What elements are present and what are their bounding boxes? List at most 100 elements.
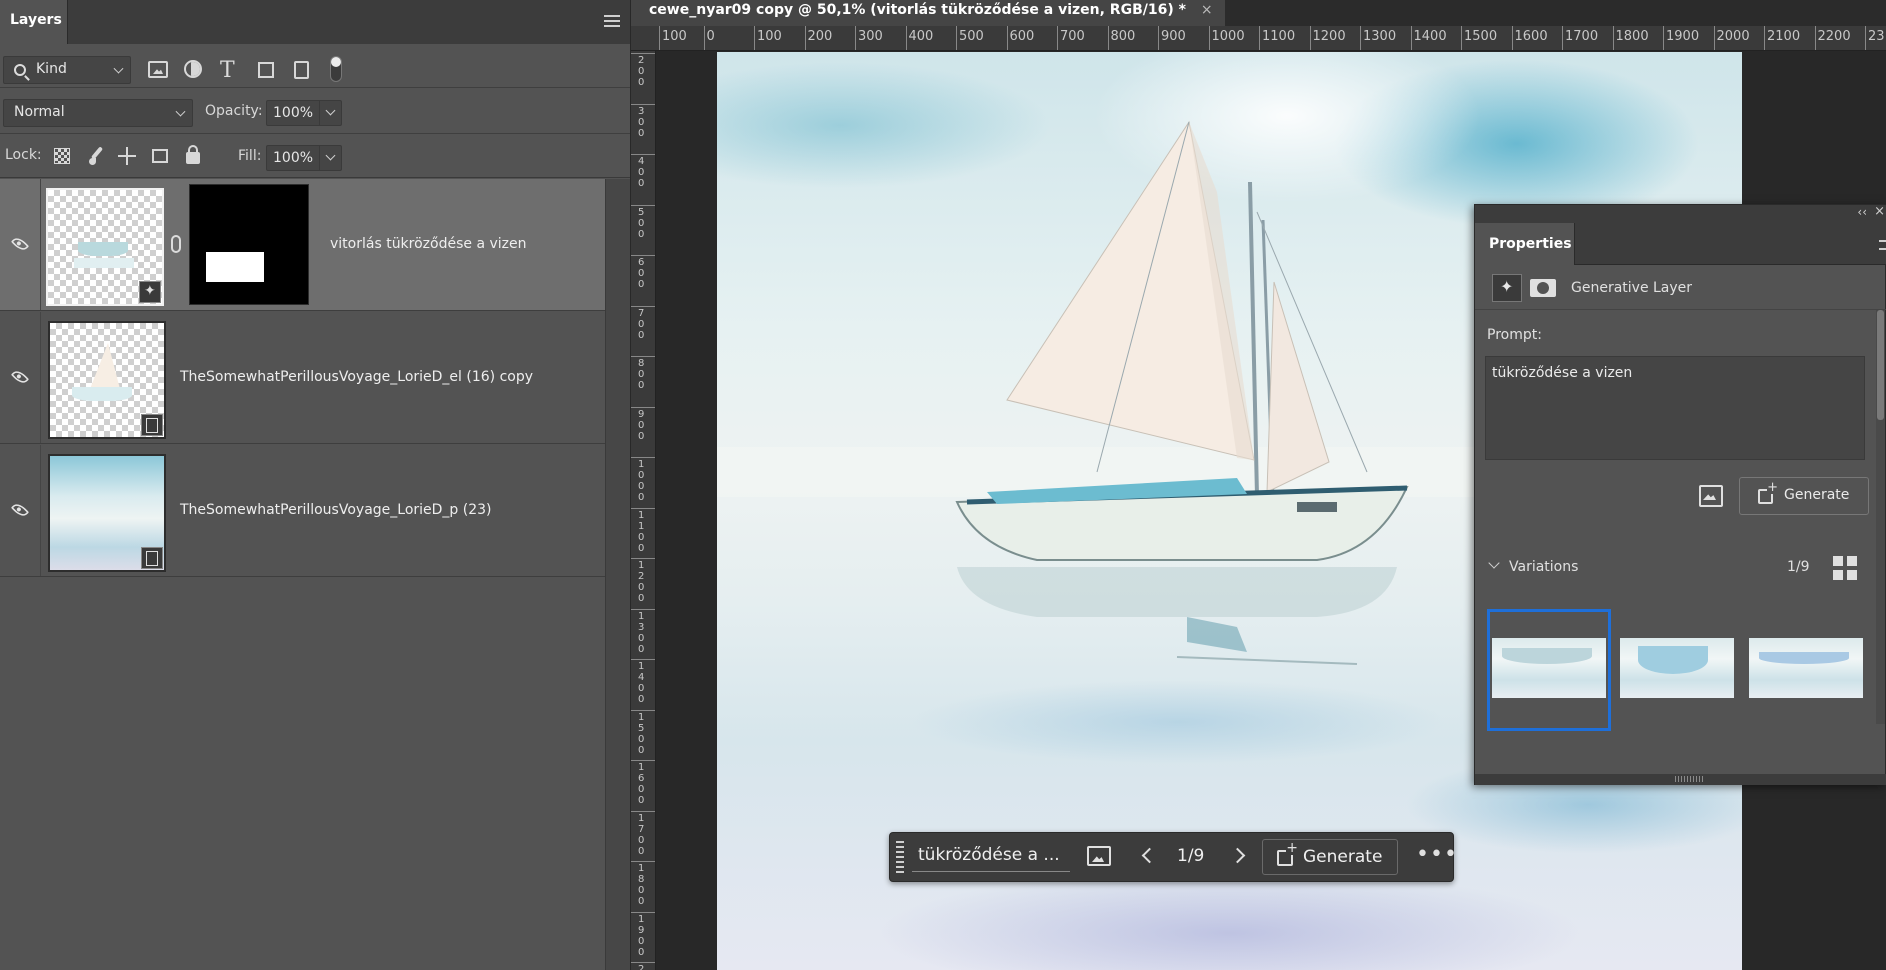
hamburger-menu-icon[interactable] (604, 15, 620, 27)
ruler-tick-label: 400 (908, 29, 934, 44)
chevron-down-icon[interactable] (319, 146, 341, 170)
ruler-tick-label: 300 (858, 29, 883, 44)
ruler-tick (631, 558, 655, 559)
lock-image-icon[interactable] (88, 147, 106, 165)
contextual-task-bar: tükröződése a ... 1/9 Generate ••• (889, 832, 1457, 882)
ruler-tick (631, 457, 655, 458)
ruler-tick-label: 200 (807, 29, 833, 44)
visibility-toggle[interactable] (0, 445, 41, 576)
layer-type-label: Generative Layer (1571, 280, 1693, 296)
type-layer-filter-icon[interactable]: T (220, 58, 240, 83)
ruler-tick (1309, 26, 1311, 50)
close-icon[interactable]: × (1874, 204, 1885, 219)
prompt-textarea[interactable]: tükröződése a vizen (1485, 356, 1865, 460)
ruler-tick (1865, 26, 1866, 50)
ruler-tick-label: 1 8 0 0 (638, 863, 645, 907)
lock-transparent-icon[interactable] (54, 148, 70, 164)
ruler-tick-label: 2200 (1817, 29, 1851, 44)
layer-name[interactable]: TheSomewhatPerillousVoyage_LorieD_el (16… (180, 369, 533, 385)
ruler-tick (1461, 26, 1462, 50)
layers-scrollbar[interactable] (605, 179, 630, 970)
blend-row: Normal Opacity: 100% (0, 88, 630, 134)
tab-properties[interactable]: Properties (1475, 223, 1575, 265)
reference-image-icon[interactable] (1087, 846, 1111, 866)
link-icon[interactable] (171, 235, 181, 253)
opacity-label: Opacity: (205, 103, 263, 119)
panel-header-strip: ‹‹ × (1475, 204, 1886, 223)
layer-thumbnail[interactable] (46, 188, 164, 306)
close-icon[interactable]: × (1201, 2, 1213, 18)
ruler-tick-label: 1600 (1514, 29, 1548, 44)
prompt-input[interactable]: tükröződése a ... (912, 840, 1070, 872)
thumbnail-image (74, 258, 134, 268)
ruler-tick (631, 305, 655, 307)
ruler-tick-label: 500 (959, 29, 984, 44)
ruler-tick-label: 1000 (1211, 29, 1245, 44)
variation-thumbnail[interactable] (1749, 638, 1863, 698)
ruler-tick (631, 53, 655, 54)
layer-name[interactable]: vitorlás tükröződése a vizen (330, 236, 527, 252)
collapse-icon[interactable]: ‹‹ (1857, 205, 1867, 219)
ruler-tick (631, 103, 655, 105)
lock-row: Lock: Fill: 100% (0, 134, 630, 178)
ruler-tick-label: 1 7 0 0 (638, 812, 645, 857)
generative-layer-icon[interactable]: ✦ (1492, 274, 1522, 302)
horizontal-ruler[interactable]: 100 0 100 200 300 400 500 600 700 800 900 1000 1100 1… (631, 26, 1886, 51)
filter-kind-dropdown[interactable]: Kind (3, 56, 131, 84)
variations-label[interactable]: Variations (1509, 559, 1578, 575)
fill-field[interactable]: 100% (266, 145, 342, 171)
variation-thumbnail[interactable] (1620, 638, 1734, 698)
ruler-tick (631, 255, 655, 256)
adjustment-layer-filter-icon[interactable] (184, 60, 202, 78)
ruler-tick (1511, 26, 1513, 50)
ruler-tick-label: 1 2 0 0 (638, 560, 645, 604)
hamburger-menu-icon[interactable] (1879, 240, 1886, 250)
chevron-right-icon[interactable] (1229, 847, 1246, 864)
layer-row[interactable]: vitorlás tükröződése a vizen (0, 179, 605, 311)
layer-mask-thumbnail[interactable] (189, 184, 309, 305)
drag-handle[interactable] (896, 841, 904, 875)
chevron-down-icon[interactable] (319, 101, 341, 125)
generate-button[interactable]: Generate (1262, 839, 1398, 875)
grid-view-icon[interactable] (1833, 556, 1857, 580)
mask-icon[interactable] (1530, 279, 1556, 297)
ruler-tick (1410, 26, 1412, 50)
variation-thumbnail[interactable] (1492, 638, 1606, 698)
reference-image-icon[interactable] (1697, 483, 1723, 507)
tab-layers[interactable]: Layers (0, 0, 68, 44)
lock-artboard-icon[interactable] (152, 149, 168, 163)
lock-label: Lock: (5, 147, 42, 163)
layer-row[interactable]: TheSomewhatPerillousVoyage_LorieD_el (16… (0, 312, 605, 444)
ruler-tick (703, 26, 705, 50)
properties-scrollbar[interactable] (1876, 310, 1885, 724)
chevron-left-icon[interactable] (1141, 847, 1158, 864)
blend-mode-dropdown[interactable]: Normal (3, 99, 193, 127)
shape-layer-filter-icon[interactable] (258, 62, 274, 78)
ruler-tick-label: 1 9 0 0 (638, 913, 645, 958)
ruler-tick (631, 810, 655, 812)
pixel-layer-filter-icon[interactable] (148, 61, 168, 78)
document-title: cewe_nyar09 copy @ 50,1% (vitorlás tükrö… (649, 2, 1186, 18)
generate-button[interactable]: Generate (1739, 477, 1869, 515)
lock-position-icon[interactable] (118, 147, 136, 165)
chevron-down-icon (113, 63, 124, 74)
chevron-down-icon[interactable] (1488, 557, 1500, 569)
layer-row[interactable]: TheSomewhatPerillousVoyage_LorieD_p (23) (0, 445, 605, 577)
layer-thumbnail[interactable] (48, 321, 166, 439)
filter-toggle-icon[interactable] (330, 56, 342, 82)
resize-handle[interactable] (1675, 776, 1705, 782)
more-icon[interactable]: ••• (1416, 842, 1458, 867)
layer-name[interactable]: TheSomewhatPerillousVoyage_LorieD_p (23) (180, 502, 492, 518)
lock-all-icon[interactable] (186, 145, 200, 164)
ruler-tick-label: 100 (662, 29, 687, 44)
smart-object-filter-icon[interactable] (294, 61, 309, 79)
visibility-toggle[interactable] (0, 312, 41, 443)
vertical-ruler[interactable]: 2 0 0 3 0 0 4 0 0 5 0 0 6 0 0 7 0 0 8 0 0 9 0 0… (631, 51, 656, 970)
ruler-tick-label: 800 (1110, 29, 1136, 44)
ruler-tick-label: 1800 (1615, 29, 1649, 44)
ruler-tick-label: 6 0 0 (638, 257, 645, 290)
document-tab[interactable]: cewe_nyar09 copy @ 50,1% (vitorlás tükrö… (631, 0, 1225, 26)
layer-thumbnail[interactable] (48, 454, 166, 572)
visibility-toggle[interactable] (0, 179, 41, 310)
opacity-field[interactable]: 100% (266, 100, 342, 126)
